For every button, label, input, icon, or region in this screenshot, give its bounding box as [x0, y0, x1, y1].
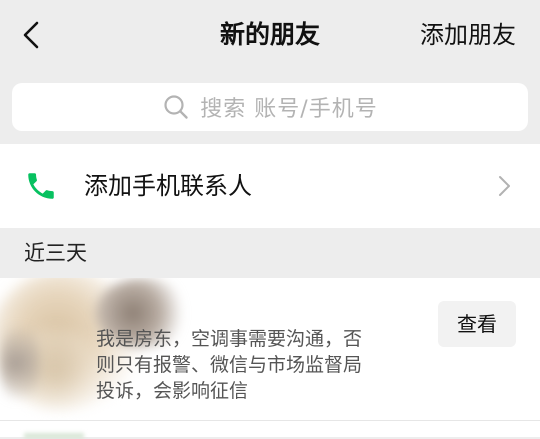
- request-message-line: 投诉，会影响征信: [96, 380, 249, 402]
- request-message-line: 我是房东，空调事需要沟通，否: [96, 328, 363, 350]
- search-icon: [162, 93, 190, 121]
- add-friend-button[interactable]: 添加朋友: [420, 18, 516, 52]
- search-input[interactable]: 搜索 账号/手机号: [12, 83, 528, 131]
- add-phone-contacts-row[interactable]: 添加手机联系人: [0, 144, 540, 228]
- friend-request-item[interactable]: 我是房东，空调事需要沟通，否 则只有报警、微信与市场监督局 投诉，会影响征信 查…: [0, 278, 540, 421]
- phone-icon: [28, 173, 54, 199]
- top-navigation-bar: 新的朋友 添加朋友: [0, 0, 540, 72]
- view-button[interactable]: 查看: [438, 301, 516, 347]
- request-message: 我是房东，空调事需要沟通，否 则只有报警、微信与市场监督局 投诉，会影响征信: [96, 326, 406, 404]
- back-button[interactable]: [14, 18, 48, 52]
- chevron-right-icon: [499, 176, 510, 196]
- section-header-recent: 近三天: [24, 241, 87, 265]
- search-placeholder: 搜索 账号/手机号: [200, 97, 378, 122]
- request-message-line: 则只有报警、微信与市场监督局: [96, 354, 363, 376]
- add-phone-contacts-label: 添加手机联系人: [84, 172, 252, 200]
- list-item[interactable]: [0, 421, 540, 439]
- avatar: [24, 433, 84, 439]
- chevron-left-icon: [23, 21, 39, 49]
